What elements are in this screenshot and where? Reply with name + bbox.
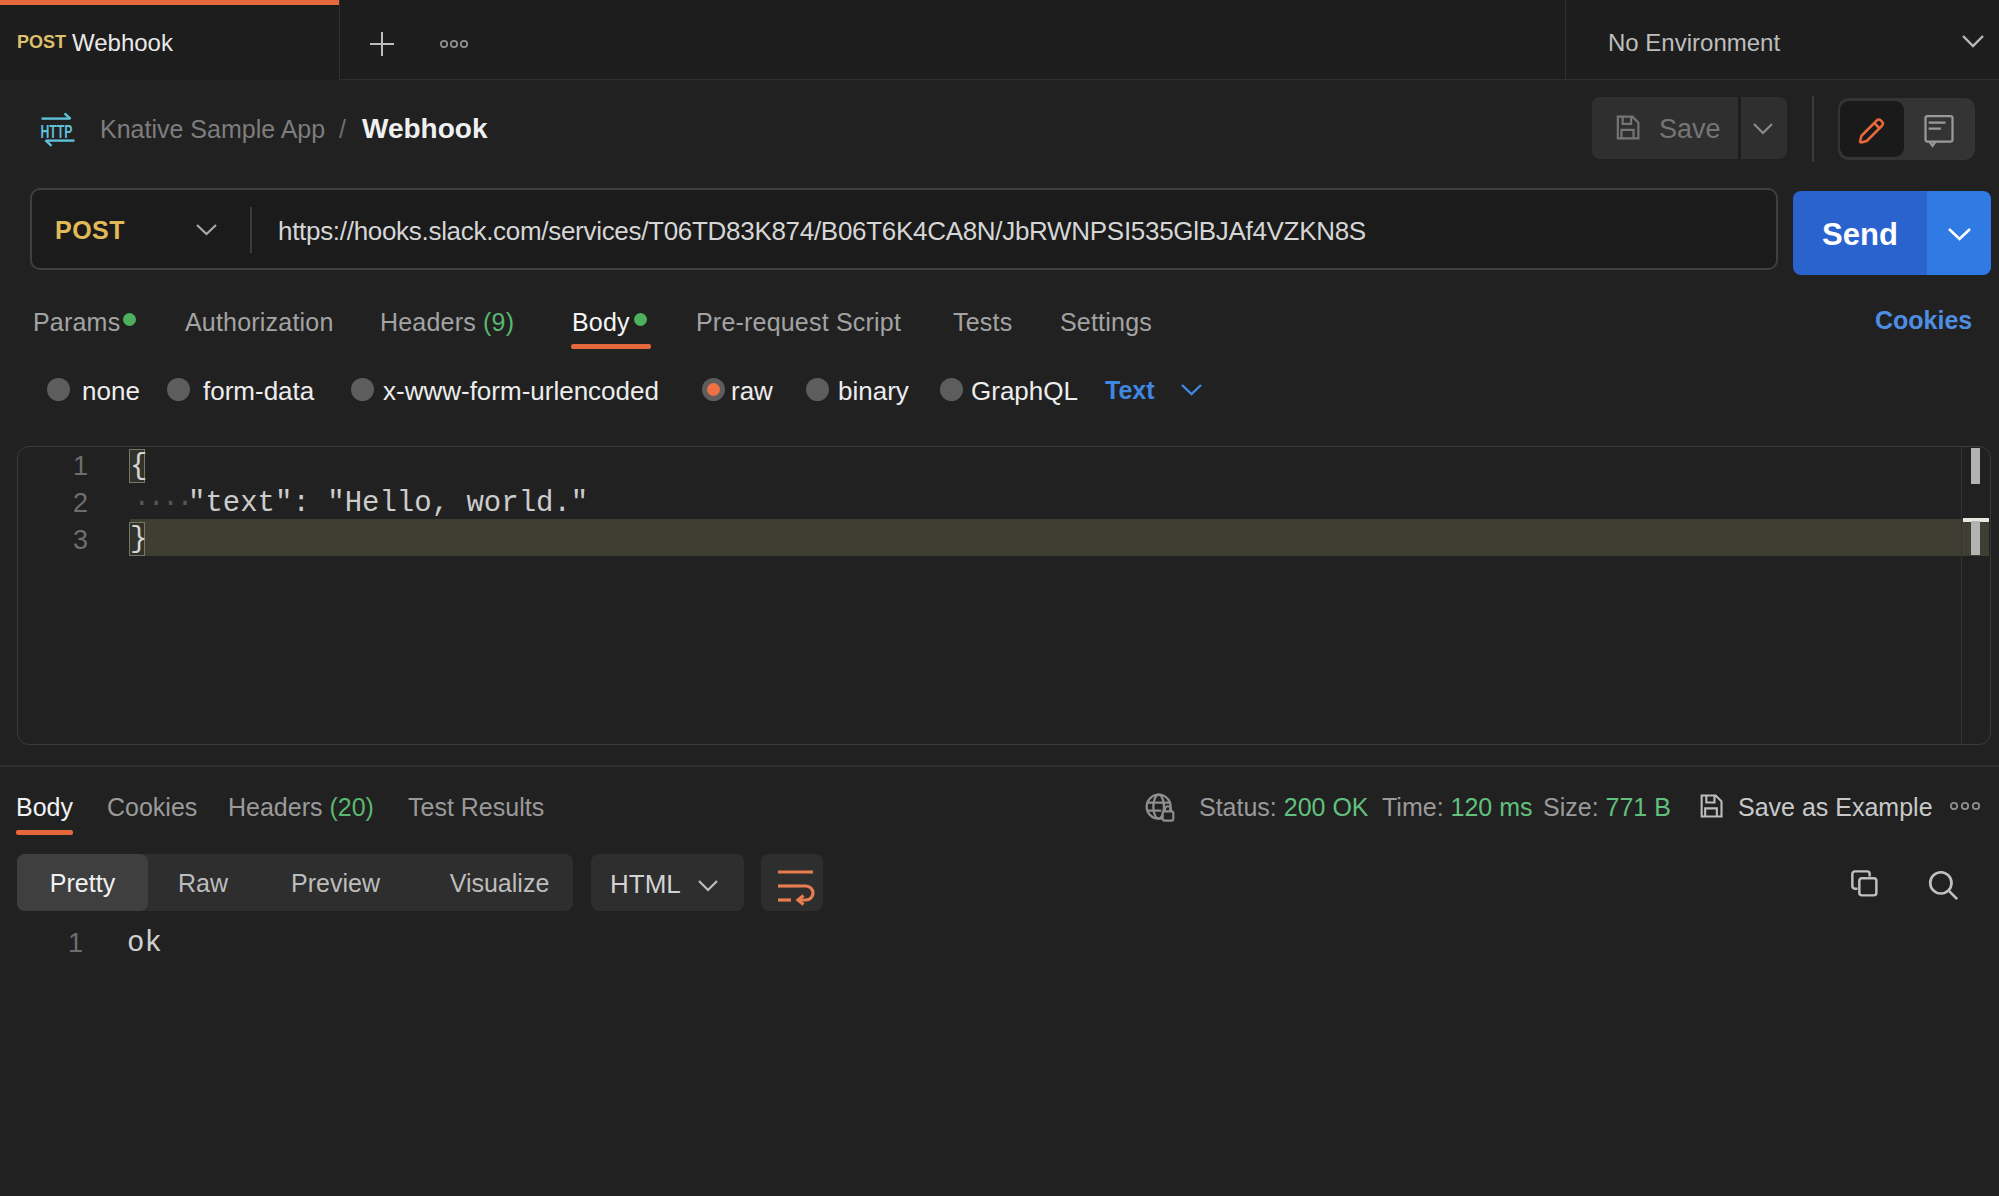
svg-text:HTTP: HTTP <box>41 121 73 142</box>
